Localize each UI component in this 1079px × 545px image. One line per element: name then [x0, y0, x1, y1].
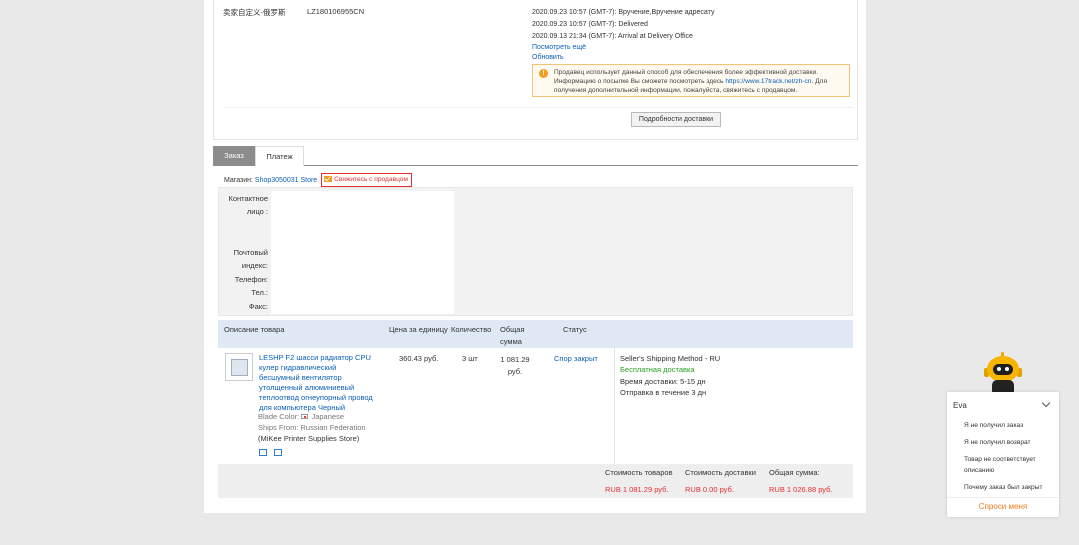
refresh-link[interactable]: Обновить: [532, 53, 852, 63]
table-row: LESHP F2 шасси радиатор CPU кулер гидрав…: [218, 348, 853, 464]
chat-option-not-received[interactable]: Я не получил заказ: [964, 420, 1056, 431]
total-value: RUB 1 026.88 руб.: [769, 485, 833, 494]
postal-code-label-2: индекс:: [241, 261, 268, 270]
info-icon: !: [539, 69, 548, 78]
col-description: Описание товара: [224, 325, 285, 334]
item-shipping-info: Seller's Shipping Method - RU Бесплатная…: [620, 353, 720, 399]
store-line: Магазин: Shop3050031 Store Свяжитесь с п…: [224, 173, 412, 187]
item-store-name: (MiKee Printer Supplies Store): [258, 434, 360, 443]
chat-option-not-as-described[interactable]: Товар не соответствует описанию: [964, 454, 1056, 476]
contact-info-panel: Контактное лицо : Почтовый индекс: Телеф…: [218, 187, 853, 316]
blade-color-label: Blade Color:: [258, 412, 300, 421]
order-table-header: Описание товара Цена за единицу Количест…: [218, 320, 853, 348]
shipping-cost-value: RUB 0.00 руб.: [685, 485, 734, 494]
seller-shipping-notice: ! Продавец использует данный способ для …: [532, 64, 850, 97]
tracking-site-link[interactable]: https://www.17track.net/zh-cn: [725, 78, 811, 85]
col-total-2: сумма: [500, 337, 522, 346]
robot-eye: [1005, 367, 1009, 371]
agent-name: Eva: [953, 401, 967, 410]
see-more-link[interactable]: Посмотреть ещё: [532, 43, 852, 53]
contact-values: [271, 191, 454, 314]
japan-flag-icon: [301, 414, 309, 419]
contact-seller-button[interactable]: Свяжитесь с продавцом: [321, 173, 412, 187]
free-shipping-label: Бесплатная доставка: [620, 365, 695, 375]
delivery-time: Время доставки: 5-15 дн: [620, 376, 706, 386]
blade-color-value: Japanese: [311, 412, 344, 421]
total-label: Общая сумма:: [769, 468, 820, 477]
carrier-name: 卖家自定义-俄罗斯: [223, 8, 286, 17]
order-tabs: Заказ Платеж: [213, 146, 858, 166]
tracking-event: 2020.09.13 21:34 (GMT-7): Arrival at Del…: [532, 33, 693, 40]
robot-visor: [993, 364, 1013, 375]
goods-cost-value: RUB 1 081.29 руб.: [605, 485, 669, 494]
fax-label: Факс:: [248, 302, 268, 311]
divider: [223, 107, 853, 108]
cart-icon[interactable]: [274, 449, 283, 456]
tracking-events: 2020.09.23 10:57 (GMT-7): Вручение,Вруче…: [532, 7, 852, 63]
goods-cost-label: Стоимость товаров: [605, 468, 673, 477]
quantity: 3 шт: [462, 354, 478, 363]
dispute-status-link[interactable]: Спор закрыт: [554, 354, 598, 363]
store-label: Магазин:: [224, 176, 253, 184]
item-actions: [259, 449, 287, 458]
order-totals: Стоимость товаров RUB 1 081.29 руб. Стои…: [218, 464, 853, 498]
order-page: 卖家自定义-俄罗斯 LZ180106955CN 2020.09.23 10:57…: [204, 0, 866, 513]
contact-person-label-2: лицо :: [246, 207, 268, 216]
snapshot-icon[interactable]: [259, 449, 267, 456]
product-image: [231, 359, 248, 376]
shipping-method: Seller's Shipping Method - RU: [620, 354, 721, 363]
tab-payment[interactable]: Платеж: [255, 146, 304, 166]
col-status: Статус: [563, 325, 587, 334]
tracking-number: LZ180106955CN: [307, 7, 365, 16]
contact-person-label: Контактное: [228, 194, 269, 203]
tracking-event: 2020.09.23 10:57 (GMT-7): Вручение,Вруче…: [532, 9, 715, 16]
shipping-cost-label: Стоимость доставки: [685, 468, 756, 477]
chevron-down-icon[interactable]: [1041, 398, 1051, 408]
col-quantity: Количество: [451, 325, 492, 334]
assistant-robot-icon[interactable]: [984, 352, 1022, 395]
contact-seller-label: Свяжитесь с продавцом: [334, 176, 408, 183]
tel-label: Тел.:: [251, 288, 268, 297]
dispatch-time: Отправка в течение 3 дн: [620, 388, 707, 398]
col-unit-price: Цена за единицу: [389, 325, 448, 334]
phone-label: Телефон:: [234, 275, 268, 284]
item-total-currency: руб.: [507, 367, 523, 376]
shipping-tracking-panel: 卖家自定义-俄罗斯 LZ180106955CN 2020.09.23 10:57…: [213, 0, 858, 140]
unit-price: 360.43 руб.: [399, 354, 439, 363]
item-total: 1 081.29 руб.: [497, 354, 533, 378]
mail-icon: [324, 176, 333, 182]
robot-eye: [997, 367, 1001, 371]
shipping-details-button[interactable]: Подробности доставки: [631, 112, 721, 127]
postal-code-label: Почтовый: [233, 248, 268, 257]
store-link[interactable]: Shop3050031 Store: [255, 177, 317, 184]
ask-me-button[interactable]: Спроси меня: [947, 497, 1059, 517]
blade-color-attr: Blade Color: Japanese: [258, 412, 344, 422]
assistant-chat-widget: Eva Я не получил заказ Я не получил возв…: [947, 392, 1059, 517]
contact-labels: Контактное лицо : Почтовый индекс: Телеф…: [219, 188, 271, 315]
ships-from-attr: Ships From: Russian Federation: [258, 423, 366, 432]
product-title-link[interactable]: LESHP F2 шасси радиатор CPU кулер гидрав…: [259, 353, 379, 413]
col-total: Общая: [500, 325, 525, 334]
item-total-amount: 1 081.29: [500, 355, 530, 364]
column-divider: [614, 348, 615, 464]
tab-order[interactable]: Заказ: [213, 146, 255, 166]
product-thumbnail[interactable]: [225, 353, 253, 381]
chat-option-order-closed[interactable]: Почему заказ был закрыт: [964, 482, 1056, 493]
tracking-event: 2020.09.23 10:57 (GMT-7): Delivered: [532, 21, 648, 28]
chat-option-no-refund[interactable]: Я не получил возврат: [964, 437, 1056, 448]
